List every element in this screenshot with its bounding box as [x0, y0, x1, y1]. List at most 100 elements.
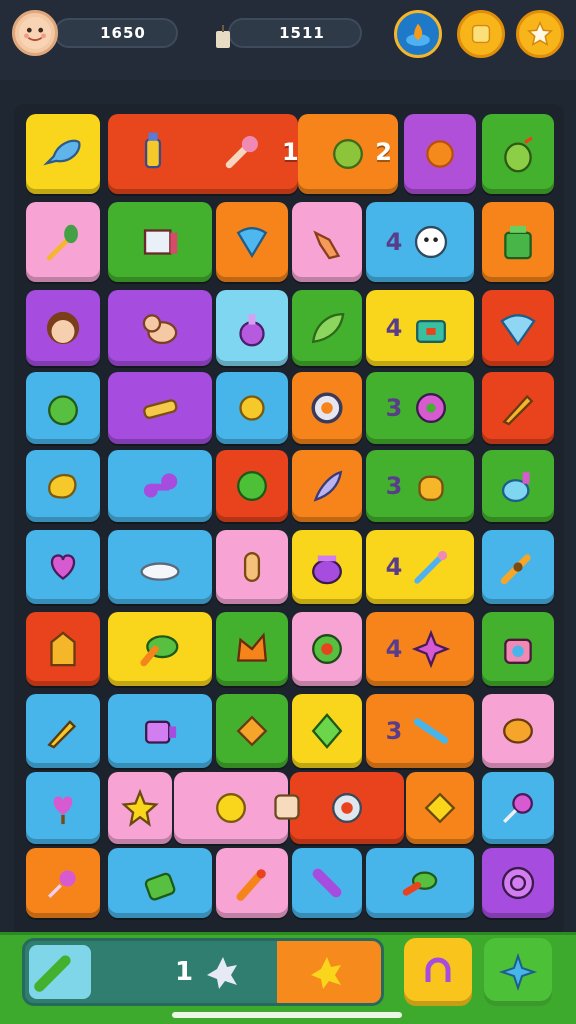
tile-numbered-4-ghost[interactable]: 4 [366, 202, 474, 282]
tile-monster[interactable] [26, 612, 100, 686]
tile-leaf[interactable] [292, 290, 362, 366]
pin-icon [414, 718, 449, 744]
score-bar-right: 1511 [228, 18, 362, 48]
tile-chili[interactable] [216, 848, 288, 918]
tray-item-slot[interactable] [29, 945, 91, 999]
tile-drop[interactable] [216, 202, 288, 282]
tile-lollipop[interactable] [482, 772, 554, 844]
player-avatar[interactable] [12, 10, 58, 56]
tile-target[interactable] [292, 612, 362, 686]
tile-numbered-4-brush[interactable]: 4 [366, 530, 474, 604]
tile-crayon[interactable] [26, 694, 100, 768]
sun-icon [426, 140, 454, 168]
favorites-button[interactable] [516, 10, 564, 58]
shell-icon [236, 715, 268, 747]
tray-count: 1 [175, 957, 194, 987]
tile-gem[interactable] [482, 290, 554, 366]
tile-dog[interactable] [108, 290, 212, 366]
tile-bird[interactable] [216, 372, 288, 444]
flame-icon [406, 23, 430, 46]
tile-ball[interactable] [216, 450, 288, 522]
key-icon [143, 473, 178, 498]
heart-icon [50, 554, 76, 580]
tile-numbered-3-donut[interactable]: 3 [366, 372, 474, 444]
tile-ring[interactable] [274, 772, 404, 844]
tile-seed[interactable] [482, 694, 554, 768]
tile-gear[interactable] [292, 372, 362, 444]
tile-cheese[interactable] [26, 450, 100, 522]
tile-tube[interactable] [292, 848, 362, 918]
shuffle-button[interactable] [484, 938, 552, 1006]
tile-grenade[interactable] [482, 114, 554, 194]
tile-box[interactable] [108, 202, 212, 282]
pencil-icon [502, 394, 534, 426]
score-right-value: 1511 [279, 24, 325, 42]
tile-trumpet[interactable] [482, 530, 554, 604]
tile-numbered-1-2[interactable]: 1 2 [282, 114, 398, 194]
tile-leaf-bundle[interactable] [108, 612, 212, 686]
star-icon [526, 20, 554, 47]
tile-girl[interactable] [26, 290, 100, 366]
tile-bone[interactable] [108, 372, 212, 444]
girl-face-icon [46, 311, 80, 345]
tile-potion[interactable] [216, 290, 288, 366]
tile-jar[interactable] [482, 202, 554, 282]
bag-icon [416, 319, 447, 343]
tile-camera[interactable] [482, 612, 554, 686]
potion-icon [239, 314, 265, 347]
tile-feather[interactable] [292, 450, 362, 522]
tile-pot[interactable] [292, 530, 362, 604]
tile-apple[interactable] [26, 372, 100, 444]
tile-dropper[interactable] [26, 202, 100, 282]
shop-button[interactable] [457, 10, 505, 58]
tile-number: 4 [385, 228, 403, 256]
tray-slot[interactable]: 1 [22, 938, 384, 1006]
tile-flask[interactable] [482, 450, 554, 522]
tile-numbered-3-honey[interactable]: 3 [366, 450, 474, 522]
tile-gold-gem[interactable] [406, 772, 474, 844]
star-tile-icon [121, 788, 159, 827]
tile-jar-green[interactable] [108, 848, 212, 918]
tile-veggie[interactable] [366, 848, 474, 918]
hint-button[interactable] [404, 938, 472, 1006]
home-indicator[interactable] [172, 1012, 402, 1018]
tile-shell[interactable] [216, 694, 288, 768]
tile-numbered-3-pin[interactable]: 3 [366, 694, 474, 768]
ghost-icon [415, 225, 448, 259]
bottle-icon [144, 132, 162, 169]
tile-numbered-4-star[interactable]: 4 [366, 612, 474, 686]
tile-idol[interactable] [216, 530, 288, 604]
sparkle-icon [498, 952, 538, 992]
tile-heart[interactable] [26, 530, 100, 604]
lollipop-icon [502, 793, 533, 824]
tile-heart-pin[interactable] [26, 772, 100, 844]
tile-crown[interactable] [216, 612, 288, 686]
candy-icon [47, 870, 76, 899]
tile-sun[interactable] [404, 114, 476, 194]
magnet-icon [425, 957, 451, 982]
tube-icon [312, 868, 342, 898]
lollipop-heart-icon [53, 796, 73, 825]
tile-cloud[interactable] [108, 530, 212, 604]
tile-key[interactable] [108, 450, 212, 522]
tile-hand[interactable] [292, 202, 362, 282]
cloud-icon [140, 562, 180, 581]
virus-icon [333, 139, 363, 169]
tile-fish[interactable] [26, 114, 100, 194]
tile-long-red[interactable] [108, 114, 298, 194]
tile-swirl[interactable] [482, 848, 554, 918]
tile-star[interactable] [108, 772, 172, 844]
dropper-icon [225, 136, 258, 169]
tile-numbered-4-bag[interactable]: 4 [366, 290, 474, 366]
score-left-value: 1650 [100, 24, 146, 42]
bird-icon [239, 395, 265, 421]
tile-diamond[interactable] [292, 694, 362, 768]
apple-icon [48, 395, 78, 426]
tile-candy[interactable] [26, 848, 100, 918]
booster-button[interactable] [394, 10, 442, 58]
camera-icon [504, 638, 532, 664]
mug-icon [145, 720, 177, 744]
tile-pencil[interactable] [482, 372, 554, 444]
tray-orange-slot[interactable] [277, 941, 381, 1003]
tile-mug[interactable] [108, 694, 212, 768]
